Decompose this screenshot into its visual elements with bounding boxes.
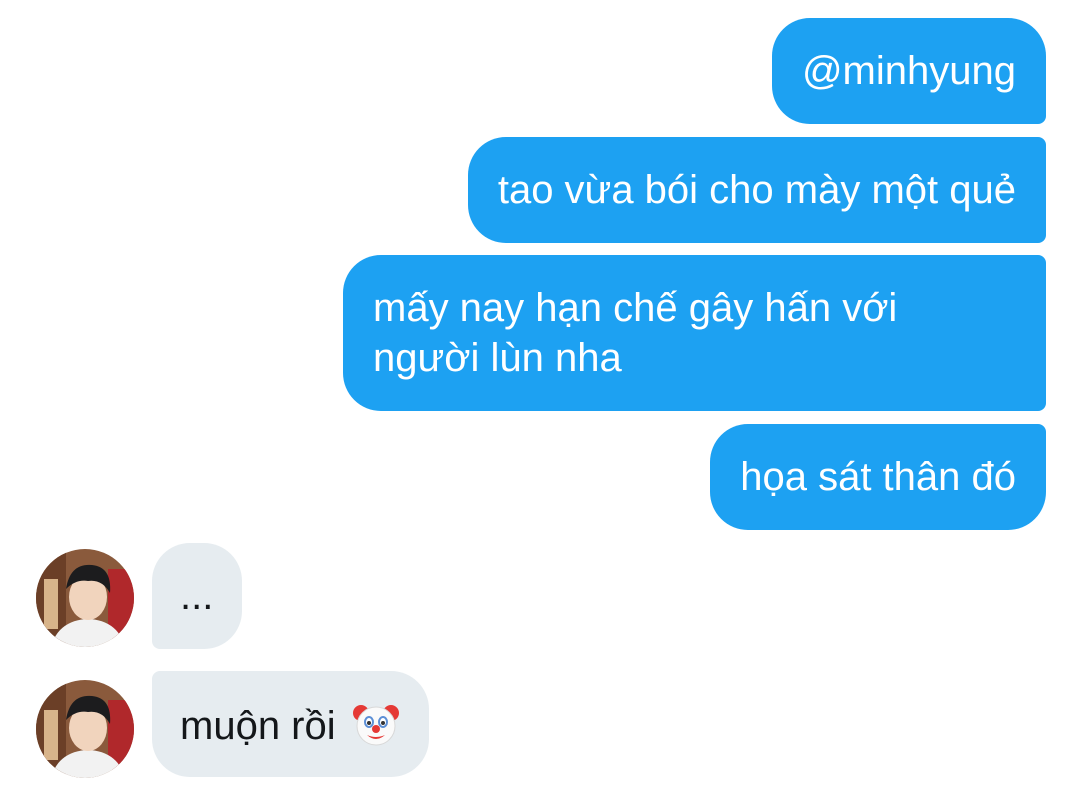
message-text: họa sát thân đó [740,455,1016,499]
avatar[interactable] [36,549,134,647]
message-text: tao vừa bói cho mày một quẻ [497,168,1016,212]
sent-message-bubble[interactable]: họa sát thân đó [710,424,1046,530]
sent-message-bubble[interactable]: mấy nay hạn chế gây hấn với người lùn nh… [343,255,1046,411]
avatar[interactable] [36,680,134,778]
sent-message-bubble[interactable]: @minhyung [771,18,1046,124]
received-message-bubble[interactable]: ... [152,543,242,649]
clown-face-icon [351,699,401,749]
avatar-photo-icon [36,680,134,778]
avatar-photo-icon [36,549,134,647]
received-message-bubble[interactable]: muộn rồi [152,671,429,777]
message-text: muộn rồi [180,704,336,748]
message-text-line: người lùn nha [373,336,622,380]
conversation-thread: @minhyung tao vừa bói cho mày một quẻ mấ… [0,0,1080,798]
message-text-line: mấy nay hạn chế gây hấn với [373,286,898,330]
sent-message-bubble[interactable]: tao vừa bói cho mày một quẻ [467,137,1046,243]
message-text: ... [180,574,214,618]
message-text: @minhyung [801,49,1016,93]
